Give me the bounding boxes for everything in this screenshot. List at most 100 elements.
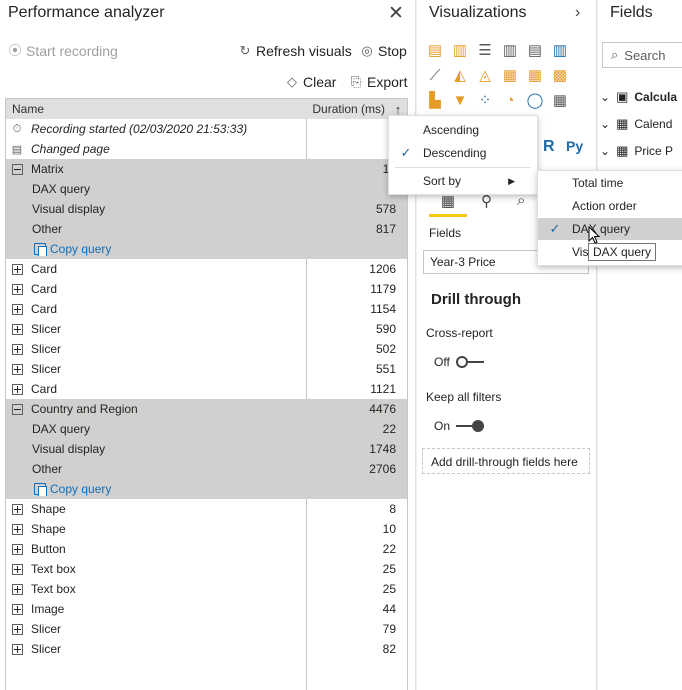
collapse-icon[interactable] [12,403,23,415]
table-row[interactable]: Shape 8 [6,499,407,519]
table-row[interactable]: Slicer 82 [6,639,407,659]
donut-icon[interactable]: ◯ [525,90,545,110]
menu-item-sort-by[interactable]: Sort by ▶ [389,170,537,192]
stacked-bar-icon[interactable]: ▤ [425,40,445,60]
table-row[interactable]: Matrix17 [6,159,407,179]
table-row[interactable]: DAX query3 [6,179,407,199]
r-visual-icon[interactable]: R [543,138,555,156]
stacked-area-icon[interactable]: ◬ [475,65,495,85]
waterfall-icon[interactable]: ▙ [425,90,445,110]
expand-icon[interactable] [12,343,23,355]
performance-analyzer-pane: Performance analyzer ✕ ⦿ Start recording… [0,0,416,690]
table-row[interactable]: Visual display 578 [6,199,407,219]
expand-icon[interactable] [12,383,23,395]
keep-all-filters-toggle[interactable]: On [434,419,485,433]
chevron-right-icon[interactable]: › [575,4,580,22]
table-row[interactable]: ⏱ Recording started (02/03/2020 21:53:33) [6,119,407,139]
table-row[interactable]: Other 817 [6,219,407,239]
expand-icon[interactable] [12,603,23,615]
copy-query-link[interactable]: Copy query [6,482,111,496]
menu-item-ascending[interactable]: Ascending [389,119,537,141]
column-duration-header[interactable]: Duration (ms) [305,102,389,116]
expand-icon[interactable] [12,263,23,275]
line-chart-icon[interactable]: ⟋ [425,65,445,85]
100-bar-icon[interactable]: ▤ [525,40,545,60]
fields-search-box[interactable]: ⌕ Search [602,42,682,68]
table-row[interactable]: Image 44 [6,599,407,619]
stop-label: Stop [378,43,407,59]
line-column-icon[interactable]: ▦ [500,65,520,85]
menu-item-descending[interactable]: ✓ Descending [389,142,537,164]
table-row[interactable]: Slicer 590 [6,319,407,339]
expand-icon[interactable] [12,563,23,575]
field-table-label: Price P [634,144,674,158]
pie-chart-icon[interactable]: ◔ [500,90,520,110]
copy-query-row[interactable]: Copy query [6,479,407,499]
expand-icon[interactable] [12,363,23,375]
column-name-header[interactable]: Name [6,102,305,116]
expand-icon[interactable] [12,303,23,315]
scatter-icon[interactable]: ⁘ [475,90,495,110]
search-placeholder: Search [624,47,666,63]
field-table-price[interactable]: ⌄ ▦ Price P [600,141,673,161]
ribbon-chart-icon[interactable]: ▩ [550,65,570,85]
table-row[interactable]: Card 1154 [6,299,407,319]
start-recording-button[interactable]: ⦿ Start recording [8,43,117,59]
copy-query-link[interactable]: Copy query [6,242,111,256]
python-visual-icon[interactable]: Py [566,138,583,154]
collapse-icon[interactable] [12,163,23,175]
row-duration-cell: 590 [375,322,396,336]
expand-icon[interactable] [12,543,23,555]
row-duration-cell: 22 [382,422,396,436]
stacked-column-icon[interactable]: ▥ [450,40,470,60]
table-row[interactable]: Other 2706 [6,459,407,479]
expand-icon[interactable] [12,623,23,635]
menu-item-total-time[interactable]: Total time [538,172,682,194]
expand-icon[interactable] [12,643,23,655]
menu-item-dax-query[interactable]: ✓ DAX query [538,218,682,240]
table-row[interactable]: Shape 10 [6,519,407,539]
table-row[interactable]: Text box 25 [6,579,407,599]
table-row[interactable]: Slicer 551 [6,359,407,379]
cross-report-toggle[interactable]: Off [434,355,484,369]
clustered-bar-icon[interactable]: ☰ [475,40,495,60]
menu-item-action-order[interactable]: Action order [538,195,682,217]
expand-icon[interactable] [12,503,23,515]
clear-button[interactable]: ◇ Clear [285,74,336,90]
treemap-icon[interactable]: ▦ [550,90,570,110]
add-drill-through-fields-drop[interactable]: Add drill-through fields here [422,448,590,474]
fields-well-icon[interactable]: ▦ [429,192,467,216]
row-name-cell: Card [6,382,306,396]
table-row[interactable]: DAX query 22 [6,419,407,439]
close-icon[interactable]: ✕ [388,2,404,25]
table-row[interactable]: Slicer 79 [6,619,407,639]
expand-icon[interactable] [12,283,23,295]
expand-icon[interactable] [12,323,23,335]
row-label: Other [32,222,63,236]
area-chart-icon[interactable]: ◭ [450,65,470,85]
table-row[interactable]: Visual display 1748 [6,439,407,459]
refresh-visuals-button[interactable]: ↻ Refresh visuals [238,43,352,59]
table-row[interactable]: Button 22 [6,539,407,559]
expand-icon[interactable] [12,523,23,535]
table-row[interactable]: Slicer 502 [6,339,407,359]
table-row[interactable]: ▤ Changed page [6,139,407,159]
table-row[interactable]: Card 1121 [6,379,407,399]
table-row[interactable]: Country and Region 4476 [6,399,407,419]
export-button[interactable]: ⎘ Export [349,74,408,90]
clustered-column-icon[interactable]: ▥ [500,40,520,60]
table-row[interactable]: Card 1179 [6,279,407,299]
copy-query-row[interactable]: Copy query [6,239,407,259]
100-column-icon[interactable]: ▥ [550,40,570,60]
action-order-label: Action order [572,199,637,213]
row-name-cell: Matrix [6,162,306,176]
stop-button[interactable]: ◎ Stop [360,43,407,59]
line-stacked-column-icon[interactable]: ▦ [525,65,545,85]
field-table-calculated[interactable]: ⌄ ▣ Calcula [600,87,677,107]
expand-icon[interactable] [12,583,23,595]
table-row[interactable]: Text box 25 [6,559,407,579]
funnel-icon[interactable]: ▼ [450,90,470,110]
field-table-calendar[interactable]: ⌄ ▦ Calend [600,114,672,134]
row-name-cell: Text box [6,562,306,576]
table-row[interactable]: Card 1206 [6,259,407,279]
